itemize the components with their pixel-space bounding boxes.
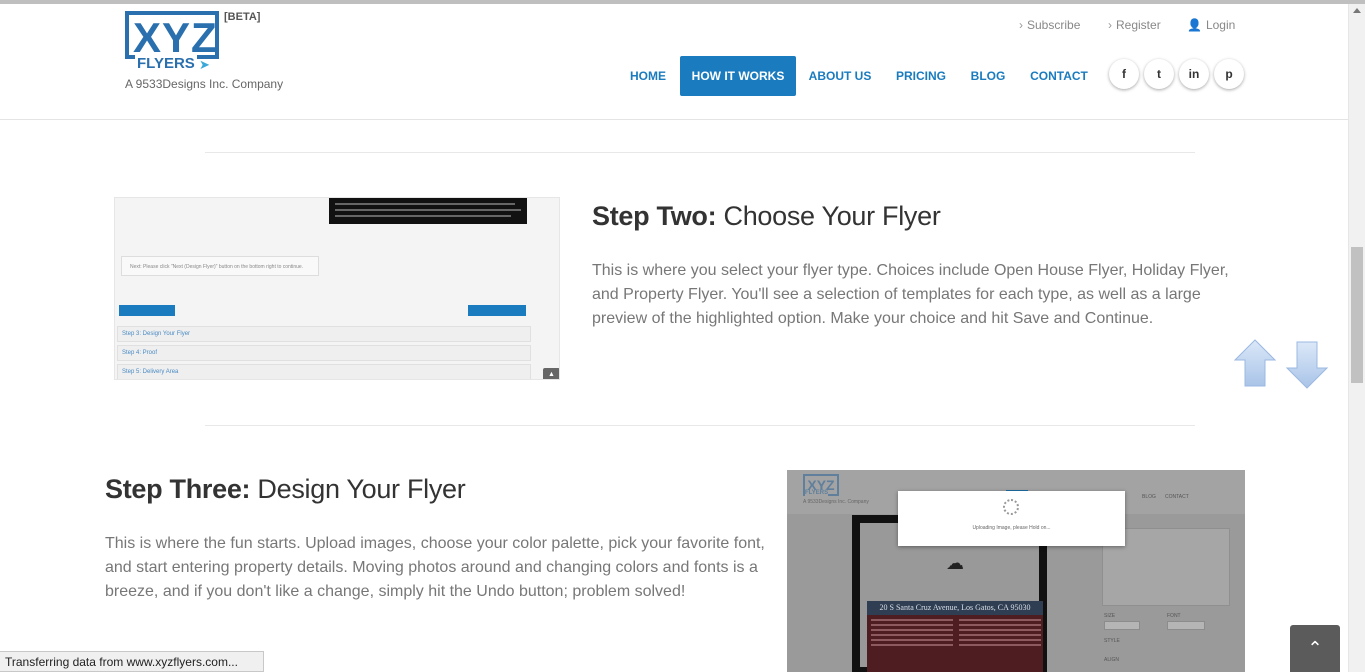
nav-contact[interactable]: CONTACT [1026,56,1092,96]
scroll-thumb[interactable] [1351,247,1363,383]
chevron-up-icon: ⌃ [1307,638,1323,658]
step-three-text: This is where the fun starts. Upload ima… [105,535,765,600]
nav-blog[interactable]: BLOG [965,56,1011,96]
page-scrollbar[interactable] [1348,4,1365,672]
tooltip-box [329,198,527,224]
font-field [1167,621,1205,630]
facebook-icon[interactable]: f [1109,59,1139,89]
linkedin-icon[interactable]: in [1179,59,1209,89]
divider [205,152,1195,153]
size-label: SIZE [1104,613,1116,619]
step-row: Step 3: Design Your Flyer [117,326,531,342]
twitter-icon[interactable]: t [1144,59,1174,89]
logo-tagline: A 9533Designs Inc. Company [125,77,284,91]
subscribe-link[interactable]: › Subscribe [1019,18,1080,32]
step-two-screenshot: Next: Please click "Next (Design Flyer)"… [114,197,560,380]
back-button-thumb [119,305,175,316]
upload-modal-text: Uploading Image, please Hold on... [972,525,1051,531]
screenshot-logo-sub: FLYERS [805,490,829,496]
logo-sub: FLYERS [135,55,197,72]
style-label: STYLE [1104,638,1120,644]
nav-pricing[interactable]: PRICING [890,56,952,96]
step-two-text: This is where you select your flyer type… [592,262,1229,327]
nav-how-it-works[interactable]: HOW IT WORKS [680,56,796,96]
pinterest-icon[interactable]: p [1214,59,1244,89]
chevron-up-icon: ▲ [543,368,559,379]
back-to-top-button[interactable]: ⌃ [1290,625,1340,672]
user-icon: 👤 [1187,18,1202,32]
nav-about-us[interactable]: ABOUT US [803,56,877,96]
spinner-icon [1003,499,1019,515]
step-row: Step 5: Delivery Area [117,364,531,379]
sync-arrows-icon [1233,339,1329,389]
step-two-heading: Step Two: Choose Your Flyer [592,201,941,231]
chevron-right-icon: › [1019,18,1023,32]
cloud-upload-icon: ☁ [946,553,964,573]
step-three-heading: Step Three: Design Your Flyer [105,474,466,504]
instruction-note: Next: Please click "Next (Design Flyer)"… [121,256,319,276]
screenshot-tagline: A 9533Designs Inc. Company [803,499,869,505]
page: XYZ FLYERS ➤ [BETA] A 9533Designs Inc. C… [0,0,1365,672]
flyer-description [867,615,1043,672]
paper-plane-icon: ➤ [199,57,210,72]
upload-modal: Uploading Image, please Hold on... [898,491,1125,546]
align-label: ALIGN [1104,657,1120,663]
screenshot-nav-item: CONTACT [1165,494,1189,500]
divider [205,425,1195,426]
screenshot-nav-item: BLOG [1142,494,1156,500]
browser-status-bar: Transferring data from www.xyzflyers.com… [0,651,264,672]
next-button-thumb [468,305,526,316]
logo-box: XYZ [125,11,219,61]
chevron-right-icon: › [1108,18,1112,32]
register-link[interactable]: › Register [1108,18,1161,32]
size-field [1104,621,1140,630]
flyer-address: 20 S Santa Cruz Avenue, Los Gatos, CA 95… [867,601,1043,615]
login-link[interactable]: 👤 Login [1187,18,1235,32]
font-label: FONT [1167,613,1181,619]
nav-home[interactable]: HOME [618,56,678,96]
step-three-screenshot: XYZ FLYERS A 9533Designs Inc. Company BL… [787,470,1245,672]
site-logo[interactable]: XYZ FLYERS ➤ [BETA] A 9533Designs Inc. C… [125,11,285,91]
site-header: XYZ FLYERS ➤ [BETA] A 9533Designs Inc. C… [0,4,1348,120]
scroll-up-arrow[interactable] [1353,8,1361,13]
beta-badge: [BETA] [224,11,261,23]
step-row: Step 4: Proof [117,345,531,361]
